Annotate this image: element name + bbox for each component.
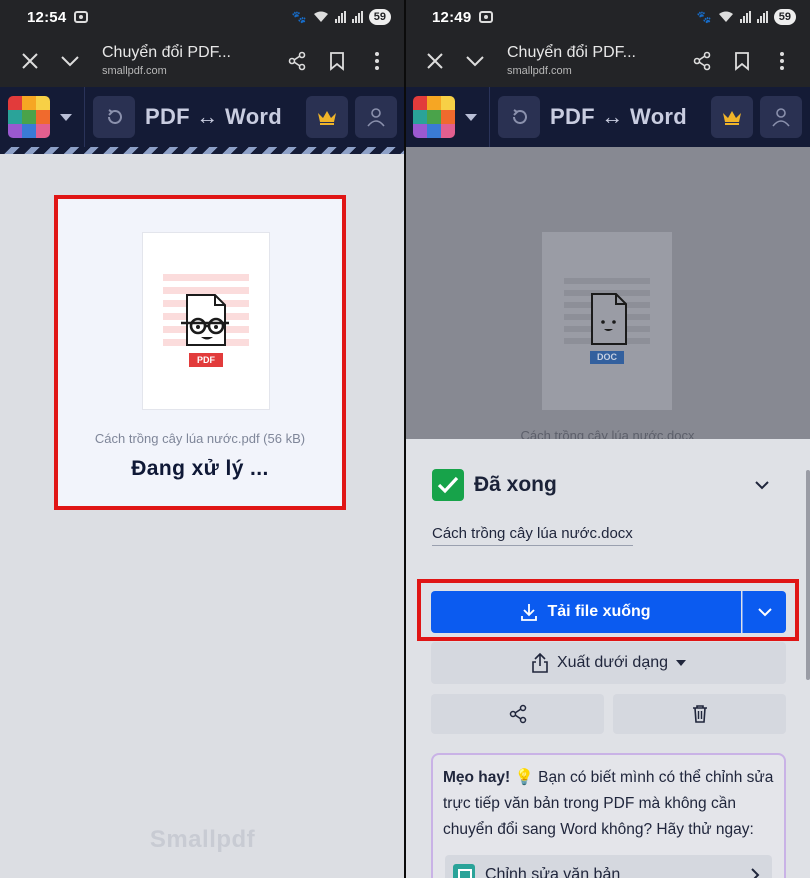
bookmark-icon[interactable] [317, 41, 357, 81]
status-bar: 12:49 🐾 59 [405, 0, 810, 34]
file-name: Cách trồng cây lúa nước.pdf (56 kB) [94, 431, 306, 446]
left-screen: 12:54 🐾 59 Chuyển đổi PDF... smallpdf.co… [0, 0, 405, 878]
result-bottom-sheet: Đã xong Cách trồng cây lúa nước.docx Tải… [405, 439, 810, 878]
trash-icon [692, 705, 707, 723]
paw-icon: 🐾 [291, 10, 307, 24]
screen-record-icon [479, 11, 494, 23]
docx-thumbnail: DOC [542, 232, 672, 410]
export-as-button[interactable]: Xuất dưới dạng [431, 642, 786, 684]
download-icon [521, 604, 538, 621]
tip-card: Mẹo hay! 💡 Bạn có biết mình có thể chỉnh… [431, 753, 786, 878]
done-label: Đã xong [474, 473, 557, 496]
share-icon[interactable] [277, 41, 317, 81]
screen-record-icon [74, 11, 89, 23]
battery-indicator: 59 [773, 9, 796, 25]
lightbulb-icon: 💡 [514, 769, 534, 786]
smallpdf-watermark: Smallpdf [149, 826, 256, 853]
export-icon [532, 653, 548, 673]
app-header: PDF ↔ Word [0, 87, 405, 147]
page-url: smallpdf.com [507, 65, 572, 77]
bookmark-icon[interactable] [722, 41, 762, 81]
more-options-icon[interactable] [357, 41, 397, 81]
battery-indicator: 59 [368, 9, 391, 25]
tools-menu-caret-icon[interactable] [60, 113, 72, 121]
page-url: smallpdf.com [102, 65, 167, 77]
undo-button[interactable] [93, 96, 135, 138]
more-options-icon[interactable] [762, 41, 802, 81]
close-tab-icon[interactable] [10, 41, 50, 81]
user-account-button[interactable] [355, 96, 397, 138]
share-file-button[interactable] [431, 694, 604, 734]
signal-icon [739, 11, 751, 23]
processing-status: Đang xử lý ... [131, 457, 269, 480]
share-icon[interactable] [682, 41, 722, 81]
export-label: Xuất dưới dạng [556, 654, 669, 671]
output-file-name[interactable]: Cách trồng cây lúa nước.docx [432, 525, 633, 546]
user-account-button[interactable] [760, 96, 802, 138]
page-title: Chuyển đổi PDF... [102, 44, 231, 61]
caret-down-icon [676, 660, 687, 666]
undo-button[interactable] [498, 96, 540, 138]
app-header: PDF ↔ Word [405, 87, 810, 147]
smallpdf-logo[interactable] [8, 96, 50, 138]
processing-card: PDF Cách trồng cây lúa nước.pdf (56 kB) … [54, 195, 346, 510]
status-bar: 12:54 🐾 59 [0, 0, 405, 34]
browser-titles[interactable]: Chuyển đổi PDF... smallpdf.com [507, 44, 682, 77]
collapse-chevron-icon[interactable] [754, 477, 770, 495]
browser-toolbar: Chuyển đổi PDF... smallpdf.com [0, 34, 405, 87]
chevron-down-icon[interactable] [50, 41, 90, 81]
edit-text-label: Chỉnh sửa văn bản [485, 866, 621, 878]
right-screen: 12:49 🐾 59 Chuyển đổi PDF... smallpdf.co… [405, 0, 810, 878]
close-tab-icon[interactable] [415, 41, 455, 81]
smallpdf-logo[interactable] [413, 96, 455, 138]
wifi-icon [718, 11, 733, 22]
browser-toolbar: Chuyển đổi PDF... smallpdf.com [405, 34, 810, 87]
edit-text-icon [453, 864, 475, 878]
browser-titles[interactable]: Chuyển đổi PDF... smallpdf.com [102, 44, 277, 77]
tool-title: PDF ↔ Word [145, 104, 283, 129]
status-time: 12:49 [432, 8, 472, 26]
edit-text-link[interactable]: Chỉnh sửa văn bản [445, 855, 772, 878]
delete-file-button[interactable] [613, 694, 786, 734]
tool-title: PDF ↔ Word [550, 104, 688, 129]
file-thumbnail: PDF [142, 232, 270, 410]
download-options-button[interactable] [742, 591, 786, 633]
doc-badge: DOC [597, 352, 617, 362]
premium-crown-button[interactable] [711, 96, 753, 138]
progress-stripes [0, 147, 405, 154]
wifi-icon [313, 11, 328, 22]
chevron-down-icon[interactable] [455, 41, 495, 81]
share-icon [509, 704, 526, 724]
paw-icon: 🐾 [696, 10, 712, 24]
scrollbar[interactable] [806, 470, 810, 680]
tip-title: Mẹo hay! [443, 769, 511, 786]
signal-icon-2 [756, 11, 768, 23]
chevron-right-icon [751, 868, 760, 878]
status-icons: 🐾 59 [697, 9, 796, 25]
pdf-badge: PDF [197, 355, 215, 365]
download-label: Tải file xuống [547, 603, 651, 620]
signal-icon-2 [351, 11, 363, 23]
page-title: Chuyển đổi PDF... [507, 44, 636, 61]
status-icons: 🐾 59 [292, 9, 391, 25]
chevron-down-icon [757, 608, 772, 617]
tools-menu-caret-icon[interactable] [465, 113, 477, 121]
premium-crown-button[interactable] [306, 96, 348, 138]
signal-icon [334, 11, 346, 23]
status-time: 12:54 [27, 8, 67, 26]
download-button[interactable]: Tải file xuống [431, 591, 741, 633]
check-icon [432, 469, 464, 501]
